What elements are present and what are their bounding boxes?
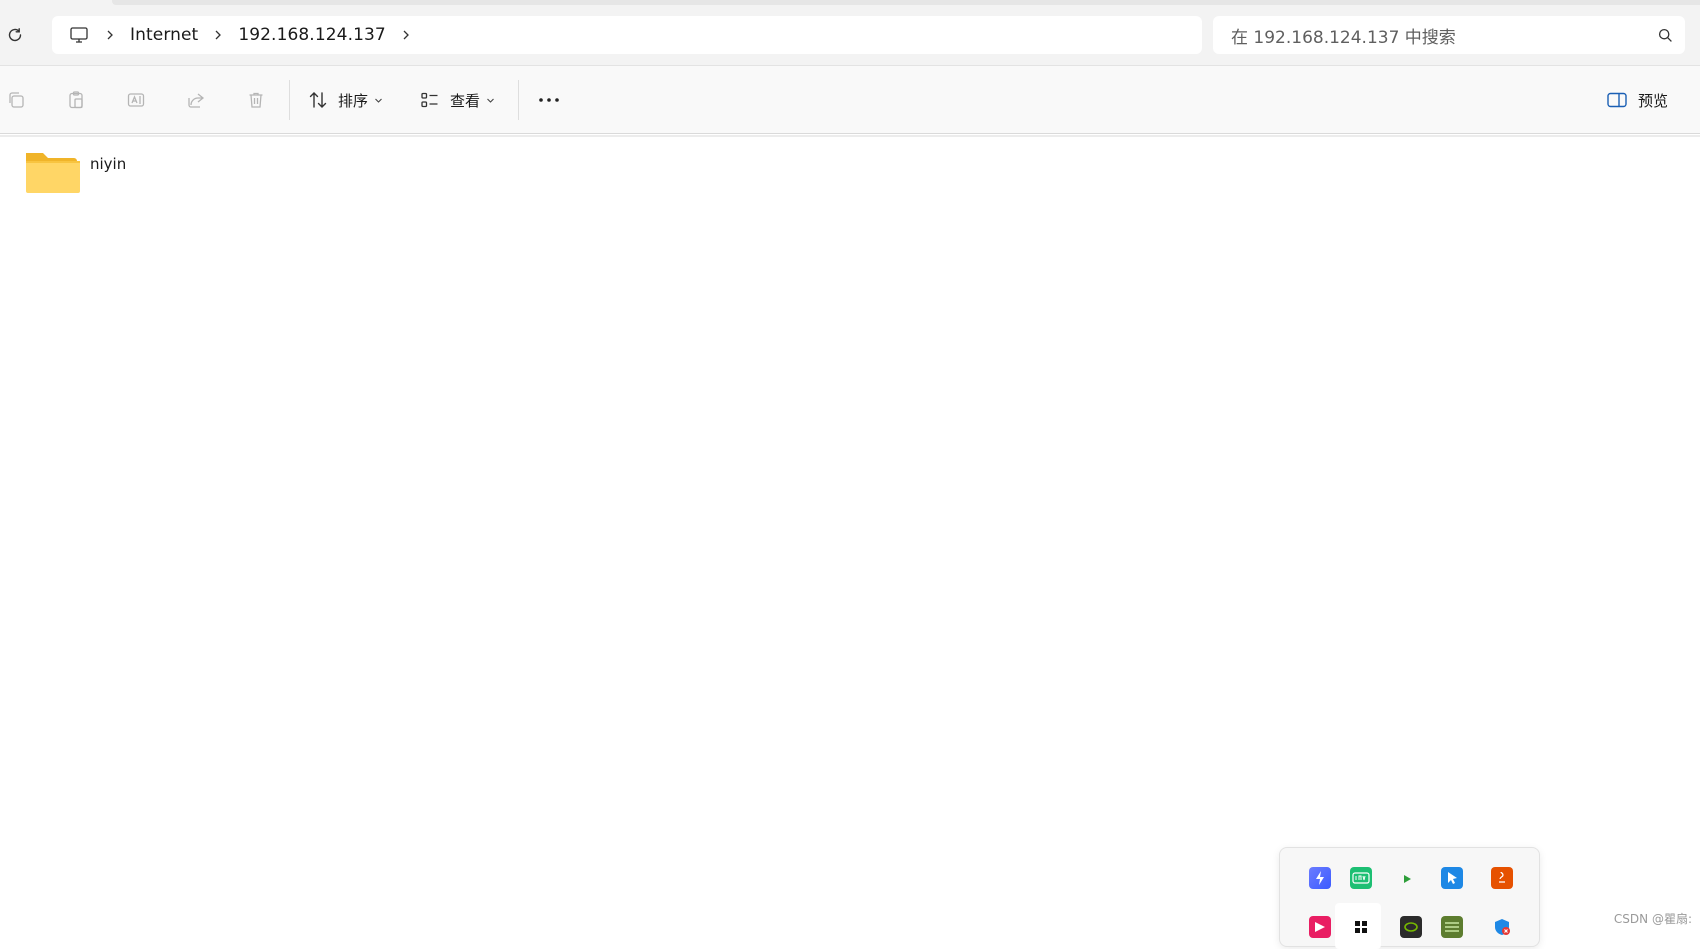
tray-overflow-flyout [1279,847,1540,947]
watermark: CSDN @瞿扇: [1614,910,1692,927]
sort-icon [308,90,328,110]
toolbar-separator [518,80,519,120]
view-button[interactable]: 查看 [420,86,495,114]
breadcrumb-internet[interactable]: Internet [130,25,198,45]
chevron-right-icon[interactable] [198,30,238,40]
search-icon[interactable] [1645,16,1685,54]
sort-button[interactable]: 排序 [308,86,383,114]
share-icon[interactable] [184,86,208,114]
chevron-right-icon[interactable] [386,30,426,40]
refresh-button[interactable] [4,24,26,46]
search-input[interactable]: 在 192.168.124.137 中搜索 [1231,23,1645,48]
view-label: 查看 [450,90,480,111]
tray-app-java[interactable] [1491,867,1513,889]
tray-app-play[interactable] [1400,871,1414,885]
preview-pane-button[interactable]: 预览 [1606,86,1668,114]
navigation-bar: Internet 192.168.124.137 在 192.168.124.1… [0,0,1700,66]
sort-label: 排序 [338,90,368,111]
delete-icon[interactable] [244,86,268,114]
paste-icon[interactable] [64,86,88,114]
view-icon [420,90,440,110]
tab-edge [112,0,1700,5]
file-list-area[interactable]: niyin [0,137,1700,935]
tray-app-4[interactable] [1441,867,1463,889]
folder-item[interactable]: niyin [20,147,126,197]
monitor-icon[interactable] [68,24,90,46]
folder-icon [20,147,80,195]
address-bar[interactable]: Internet 192.168.124.137 [52,16,1202,54]
preview-label: 预览 [1638,90,1668,111]
toolbar-separator [289,80,290,120]
more-options-button[interactable] [536,86,562,114]
breadcrumb-host[interactable]: 192.168.124.137 [238,25,386,45]
folder-name: niyin [90,155,126,173]
preview-pane-icon [1606,90,1628,110]
tray-app-1[interactable] [1309,867,1331,889]
copy-icon[interactable] [4,86,28,114]
more-icon [538,97,560,103]
command-bar: 排序 查看 预览 [0,66,1700,134]
refresh-icon [6,26,24,44]
search-box[interactable]: 在 192.168.124.137 中搜索 [1213,16,1685,54]
chevron-down-icon [374,96,383,105]
chevron-right-icon[interactable] [90,30,130,40]
rename-icon[interactable] [124,86,148,114]
tray-app-iqiyi[interactable] [1350,867,1372,889]
chevron-down-icon [486,96,495,105]
